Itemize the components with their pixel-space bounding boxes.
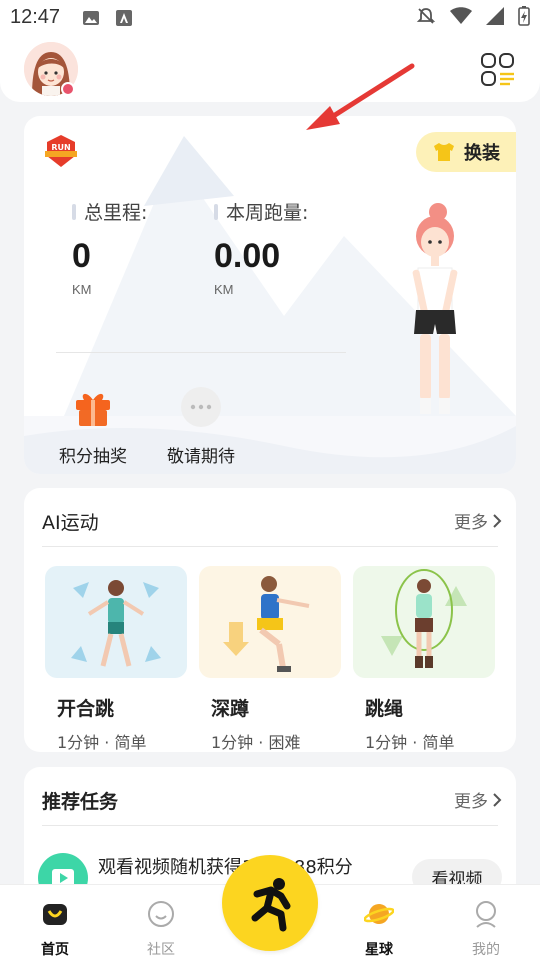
tasks-more-link[interactable]: 更多 xyxy=(454,787,502,812)
total-distance-stat: 总里程: 0 KM xyxy=(72,198,147,297)
total-distance-unit: KM xyxy=(72,282,92,297)
section-divider xyxy=(42,825,498,826)
tasks-more-label: 更多 xyxy=(454,792,488,812)
mute-bell-icon xyxy=(416,8,436,24)
exercise-card-squat[interactable]: 深蹲 1分钟 · 困难 xyxy=(199,566,341,753)
exercise-meta: 1分钟 · 简单 xyxy=(365,733,455,752)
stats-divider xyxy=(56,352,346,353)
nav-community-label: 社区 xyxy=(147,942,175,958)
nav-mine-label: 我的 xyxy=(472,942,500,958)
tasks-title: 推荐任务 xyxy=(42,791,119,813)
points-lottery-button[interactable]: 积分抽奖 xyxy=(48,386,138,467)
week-distance-label: 本周跑量: xyxy=(214,198,308,225)
exercise-card-jumping-jacks[interactable]: 开合跳 1分钟 · 简单 xyxy=(45,566,187,753)
status-icons xyxy=(416,6,530,26)
exercise-card-jump-rope[interactable]: 跳绳 1分钟 · 简单 xyxy=(353,566,495,753)
total-distance-label: 总里程: xyxy=(72,198,147,225)
section-divider xyxy=(42,546,498,547)
run-logo-icon: RUN xyxy=(45,135,77,167)
total-distance-value: 0 xyxy=(72,237,91,275)
exercise-name: 跳绳 xyxy=(365,698,404,720)
week-distance-stat: 本周跑量: 0.00 KM xyxy=(214,198,308,297)
exercise-name: 深蹲 xyxy=(211,698,250,720)
chevron-right-icon xyxy=(493,513,502,528)
ai-sports-section: AI运动 更多 开合跳 1分钟 · 简单 深蹲 1分钟 · 困难 跳绳 1分钟 … xyxy=(24,488,516,752)
profile-icon xyxy=(476,901,496,928)
chevron-right-icon xyxy=(493,792,502,807)
outfit-label: 换装 xyxy=(464,143,500,164)
bottom-navigation: 首页 社区 星球 我的 xyxy=(0,855,540,960)
more-dots-icon xyxy=(181,387,221,427)
header xyxy=(0,36,540,102)
avatar-character[interactable] xyxy=(390,200,480,440)
points-lottery-label: 积分抽奖 xyxy=(59,447,127,467)
week-distance-value: 0.00 xyxy=(214,237,281,275)
running-man-icon xyxy=(251,878,291,932)
task-description: 观看视频随机获得188/388积分 xyxy=(98,857,353,878)
signal-icon xyxy=(486,7,504,25)
nav-planet[interactable]: 星球 xyxy=(344,899,414,959)
coming-soon-button[interactable]: 敬请期待 xyxy=(156,386,246,467)
female-badge-icon xyxy=(61,82,75,96)
jump-rope-image xyxy=(353,566,495,678)
nav-planet-label: 星球 xyxy=(365,942,393,958)
svg-text:RUN: RUN xyxy=(51,143,70,152)
exercise-meta: 1分钟 · 简单 xyxy=(57,733,147,752)
community-smile-icon xyxy=(148,901,174,927)
grid-menu-icon[interactable] xyxy=(480,52,516,88)
wifi-icon xyxy=(450,7,472,24)
status-time: 12:47 xyxy=(10,6,61,28)
ai-sports-more-label: 更多 xyxy=(454,513,488,533)
planet-icon xyxy=(363,904,395,924)
outfit-button[interactable]: 换装 xyxy=(416,132,516,172)
ai-sports-more-link[interactable]: 更多 xyxy=(454,508,502,533)
nav-mine[interactable]: 我的 xyxy=(451,899,521,959)
coming-soon-label: 敬请期待 xyxy=(167,447,235,467)
nav-community[interactable]: 社区 xyxy=(126,899,196,959)
home-icon xyxy=(43,904,67,925)
exercise-meta: 1分钟 · 困难 xyxy=(211,733,301,752)
ai-sports-title: AI运动 xyxy=(42,512,99,534)
nav-home-label: 首页 xyxy=(41,942,69,958)
week-distance-unit: KM xyxy=(214,282,234,297)
battery-icon xyxy=(518,6,530,26)
start-run-button[interactable] xyxy=(222,855,318,951)
exercise-name: 开合跳 xyxy=(57,698,115,720)
image-notification-icon xyxy=(83,11,99,25)
red-arrow-annotation xyxy=(306,63,415,130)
text-notification-icon xyxy=(116,10,132,26)
squat-image xyxy=(199,566,341,678)
gift-icon xyxy=(76,393,110,426)
run-stats-card: RUN 换装 总里程: 0 KM 本周跑量: 0.00 KM 积分抽奖 敬请期待 xyxy=(24,116,516,474)
tshirt-icon xyxy=(434,143,454,161)
jumping-jacks-image xyxy=(45,566,187,678)
nav-home[interactable]: 首页 xyxy=(20,899,90,959)
status-bar: 12:47 xyxy=(0,0,540,36)
